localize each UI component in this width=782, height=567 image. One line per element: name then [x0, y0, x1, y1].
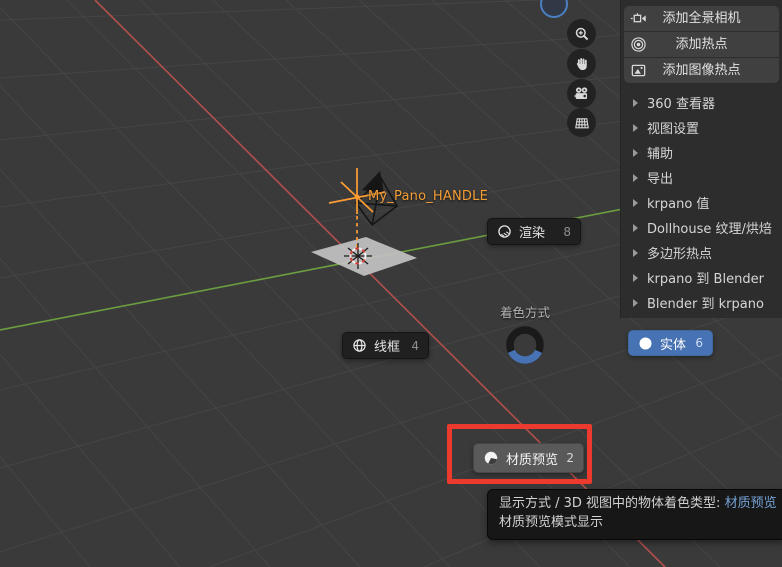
- chevron-right-icon: [633, 173, 638, 182]
- chevron-right-icon: [633, 248, 638, 257]
- section-360-viewer[interactable]: 360 查看器: [621, 90, 782, 115]
- tooltip-line2: 材质预览模式显示: [499, 514, 604, 530]
- pie-item-shortcut: 2: [566, 451, 574, 465]
- render-sphere-icon: [498, 225, 511, 238]
- object-name-label: My_Pano_HANDLE: [368, 189, 488, 204]
- camera-view-button[interactable]: [567, 79, 596, 108]
- section-dollhouse-bake[interactable]: Dollhouse 纹理/烘焙: [621, 215, 782, 240]
- pan-hand-icon: [576, 57, 587, 70]
- wireframe-sphere-icon: [353, 339, 366, 352]
- section-view-settings[interactable]: 视图设置: [621, 115, 782, 140]
- material-sphere-icon: [484, 451, 498, 465]
- tooltip-line1: 显示方式 / 3D 视图中的物体着色类型: 材质预览: [499, 496, 777, 511]
- grid-toggle-button[interactable]: [567, 108, 596, 137]
- add-pano-camera-label: 添加全景相机: [662, 11, 741, 26]
- chevron-right-icon: [633, 273, 638, 282]
- pie-item-shortcut: 4: [411, 338, 419, 353]
- krpano-sidebar-panel: 添加全景相机 添加热点 添加图像热点 360 查看器 视图设置 辅助 导出 kr…: [620, 0, 782, 318]
- pie-item-shortcut: 8: [563, 224, 571, 239]
- pie-item-label: 渲染: [519, 226, 546, 241]
- hotspot-target-icon: [631, 37, 646, 52]
- add-hotspot-label: 添加热点: [675, 37, 728, 52]
- section-assist[interactable]: 辅助: [621, 140, 782, 165]
- image-icon: [631, 64, 646, 77]
- chevron-right-icon: [633, 298, 638, 307]
- chevron-right-icon: [633, 123, 638, 132]
- add-pano-camera-button[interactable]: 添加全景相机: [624, 6, 779, 31]
- add-hotspot-button[interactable]: 添加热点: [624, 32, 779, 57]
- shading-tooltip: 显示方式 / 3D 视图中的物体着色类型: 材质预览 材质预览模式显示: [487, 489, 782, 540]
- chevron-right-icon: [633, 198, 638, 207]
- chevron-right-icon: [633, 223, 638, 232]
- chevron-right-icon: [633, 148, 638, 157]
- section-export[interactable]: 导出: [621, 165, 782, 190]
- blender-window: My_Pano_HANDLE 添加全景相机 添加热点 添加图像热点 360 查看…: [0, 0, 782, 567]
- camera-view-icon: [573, 87, 588, 100]
- sidebar-action-group: 添加全景相机 添加热点 添加图像热点: [624, 6, 779, 83]
- pan-tool-button[interactable]: [567, 49, 596, 78]
- pie-item-rendered[interactable]: 渲染 8: [487, 218, 581, 245]
- pie-item-solid[interactable]: 实体 6: [628, 330, 713, 356]
- section-krpano-values[interactable]: krpano 值: [621, 190, 782, 215]
- perspective-grid-icon: [574, 117, 589, 128]
- pie-item-wireframe[interactable]: 线框 4: [342, 332, 429, 359]
- pie-item-shortcut: 6: [695, 336, 703, 350]
- solid-sphere-icon: [639, 337, 652, 349]
- sidebar-sections: 360 查看器 视图设置 辅助 导出 krpano 值 Dollhouse 纹理…: [621, 90, 782, 315]
- pano-camera-icon: [630, 13, 646, 23]
- pie-menu-direction-ring: [506, 326, 544, 364]
- pie-item-label: 材质预览: [506, 452, 559, 468]
- section-krpano-to-blender[interactable]: krpano 到 Blender: [621, 265, 782, 290]
- zoom-in-icon: [575, 27, 588, 40]
- chevron-right-icon: [633, 98, 638, 107]
- section-polygon-hotspot[interactable]: 多边形热点: [621, 240, 782, 265]
- zoom-tool-button[interactable]: [567, 19, 596, 48]
- pie-item-label: 实体: [660, 337, 687, 353]
- pie-item-material-preview[interactable]: 材质预览 2: [473, 443, 584, 473]
- pie-item-label: 线框: [374, 340, 401, 355]
- section-blender-to-krpano[interactable]: Blender 到 krpano: [621, 290, 782, 315]
- add-image-hotspot-button[interactable]: 添加图像热点: [624, 58, 779, 83]
- add-image-hotspot-label: 添加图像热点: [662, 63, 741, 78]
- tooltip-highlight-value: 材质预览: [724, 496, 777, 511]
